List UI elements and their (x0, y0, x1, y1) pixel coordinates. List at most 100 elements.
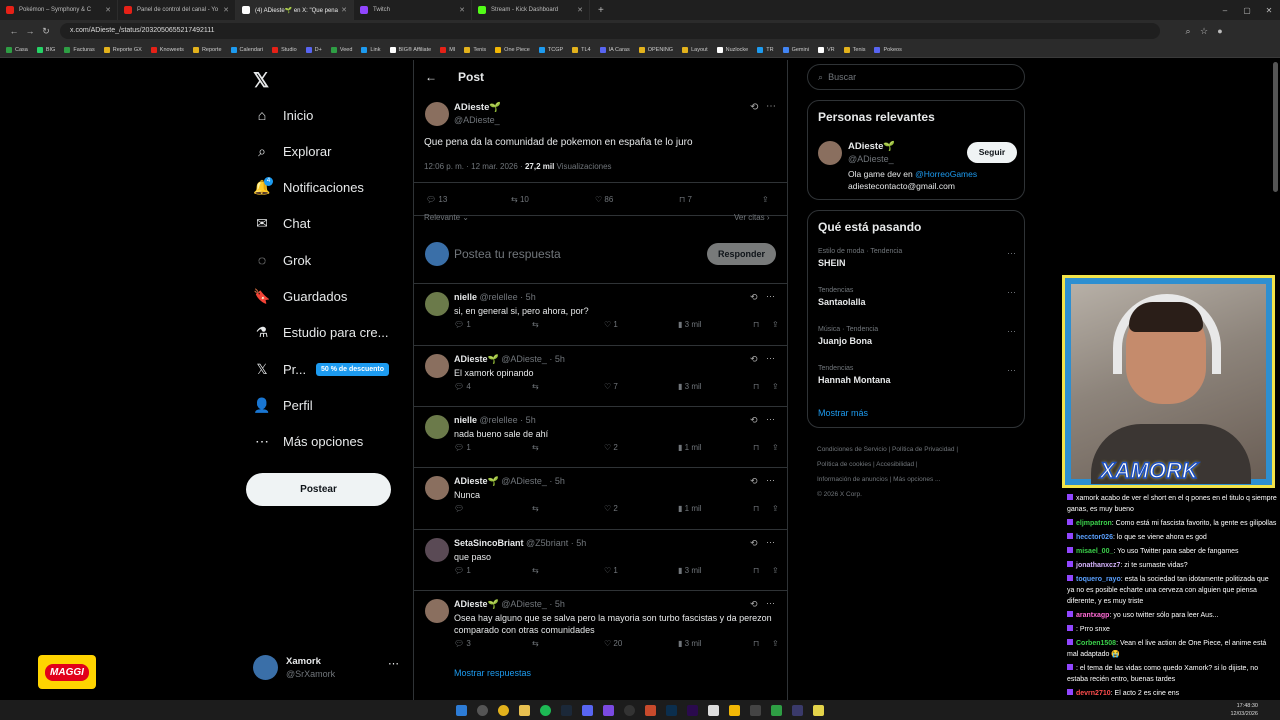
bookmark-item[interactable]: IA Caras (599, 46, 630, 53)
app-icon[interactable] (792, 704, 803, 716)
more-icon[interactable]: ⋯ (1007, 287, 1016, 298)
author-name[interactable]: ADieste🌱 (454, 102, 501, 113)
bookmark-item[interactable]: BIG® Affiliate (389, 46, 431, 53)
reply-action[interactable]: 💬︎ 13 (426, 195, 447, 204)
browser-tab[interactable]: Stream - Kick Dashboard ✕ (472, 0, 590, 20)
close-tab-icon[interactable]: ✕ (341, 6, 347, 14)
bookmark-item[interactable]: TL4 (572, 46, 591, 53)
chat-username[interactable]: arantxagp (1076, 612, 1109, 619)
repost-action[interactable]: ⇆ (532, 504, 604, 513)
zoom-icon[interactable]: ⌕ (1180, 26, 1196, 37)
bookmark-action[interactable]: ⊓ 7 (679, 195, 692, 204)
sort-dropdown[interactable]: Relevante ⌄ (424, 213, 469, 222)
share-icon[interactable]: ⇪ (772, 443, 779, 452)
chat-username[interactable]: hecctor026 (1076, 534, 1113, 541)
bookmark-icon[interactable]: ⊓ (753, 382, 772, 391)
close-tab-icon[interactable]: ✕ (577, 6, 583, 14)
more-icon[interactable]: ⋯ (766, 353, 775, 364)
close-tab-icon[interactable]: ✕ (223, 6, 229, 14)
bookmark-item[interactable]: Facturas (64, 46, 95, 53)
share-icon[interactable]: ⇪ (772, 639, 779, 648)
bookmark-item[interactable]: TR (757, 46, 774, 53)
bookmark-item[interactable]: D+ (305, 46, 322, 53)
browser-tab[interactable]: Twitch ✕ (354, 0, 472, 20)
chat-username[interactable]: toquero_rayo (1076, 576, 1121, 583)
reply-input[interactable]: Postea tu respuesta (454, 247, 561, 261)
app-icon[interactable] (603, 704, 614, 716)
bookmark-item[interactable]: Pokeos (874, 46, 902, 53)
nav-item-estudio-para-cre[interactable]: ⚗ Estudio para cre... (254, 319, 389, 347)
discord-icon[interactable] (582, 704, 593, 716)
like-action[interactable]: ♡ 2 (604, 504, 678, 513)
show-more-link[interactable]: Mostrar más (818, 408, 868, 418)
avatar[interactable] (425, 599, 449, 623)
bookmark-icon[interactable]: ⊓ (753, 443, 772, 452)
more-icon[interactable]: ⋯ (766, 291, 775, 302)
back-arrow-icon[interactable]: ← (425, 70, 437, 84)
avatar[interactable] (425, 538, 449, 562)
share-icon[interactable]: ⇪ (772, 320, 779, 329)
author-handle[interactable]: @ADieste_ (454, 115, 500, 125)
minimize-icon[interactable]: – (1214, 6, 1236, 15)
nav-item-pr[interactable]: 𝕏 Pr... (254, 355, 306, 383)
photoshop-icon[interactable] (666, 704, 677, 716)
like-action[interactable]: ♡ 7 (604, 382, 678, 391)
nav-item-explorar[interactable]: ⌕ Explorar (254, 137, 331, 165)
show-replies-link[interactable]: Mostrar respuestas (454, 668, 531, 678)
reply-action[interactable]: 💬︎ 3 (454, 639, 532, 648)
share-icon[interactable]: ⇪ (772, 504, 779, 513)
views-action[interactable]: ▮ 1 mil (678, 443, 753, 452)
star-icon[interactable]: ☆ (1196, 26, 1212, 37)
premium-discount-badge[interactable]: 50 % de descuento (316, 363, 390, 376)
reply-author[interactable]: ADieste🌱 @ADieste_ · 5h (454, 476, 565, 487)
more-icon[interactable]: ⋯ (766, 598, 775, 609)
more-icon[interactable]: ⋯ (1007, 248, 1016, 259)
premiere-icon[interactable] (687, 704, 698, 716)
avatar[interactable] (425, 354, 449, 378)
bookmark-item[interactable]: Reporte GX (103, 46, 142, 53)
app-icon[interactable] (645, 704, 656, 716)
chrome-icon[interactable] (498, 704, 509, 716)
bookmark-item[interactable]: Tenis (843, 46, 865, 53)
nav-item-más-opciones[interactable]: ⋯ Más opciones (254, 428, 363, 456)
app-icon[interactable] (771, 704, 782, 716)
grok-icon[interactable]: ⟲ (750, 476, 758, 487)
chat-username[interactable]: jonathanxcz7 (1076, 562, 1120, 569)
avatar[interactable] (425, 476, 449, 500)
reload-icon[interactable]: ↻ (38, 26, 54, 37)
post-button[interactable]: Postear (246, 473, 391, 506)
grok-icon[interactable]: ⟲ (750, 415, 758, 426)
reply-author[interactable]: nielle @relellee · 5h (454, 415, 536, 425)
page-scrollbar[interactable] (1273, 62, 1278, 192)
trend-item[interactable]: Música · Tendencia Juanjo Bona ⋯ (818, 326, 1016, 346)
search-box[interactable]: ⌕ Buscar (807, 64, 1025, 90)
trend-item[interactable]: Tendencias Santaolalla ⋯ (818, 287, 1016, 307)
profile-icon[interactable]: ● (1212, 26, 1228, 36)
bookmark-item[interactable]: Studio (272, 46, 297, 53)
clock[interactable]: 17:48:30 12/03/2026 (1230, 702, 1258, 718)
bookmark-item[interactable]: OPENING (638, 46, 673, 53)
reply-item[interactable]: SetaSincoBriant @Z5briant · 5h ⟲ ⋯ que p… (414, 530, 787, 591)
share-icon[interactable]: ⇪ (762, 195, 769, 204)
like-action[interactable]: ♡ 2 (604, 443, 678, 452)
more-icon[interactable]: ⋯ (766, 537, 775, 548)
bookmark-item[interactable]: Reporte (192, 46, 222, 53)
new-tab-button[interactable]: + (598, 5, 604, 16)
more-icon[interactable]: ⋯ (388, 657, 399, 670)
close-tab-icon[interactable]: ✕ (105, 6, 111, 14)
chat-username[interactable]: Corben1508 (1076, 640, 1116, 647)
more-icon[interactable]: ⋯ (1007, 326, 1016, 337)
reply-item[interactable]: ADieste🌱 @ADieste_ · 5h ⟲ ⋯ Nunca 💬︎ ⇆ ♡… (414, 468, 787, 530)
reply-action[interactable]: 💬︎ (454, 504, 532, 513)
bookmark-item[interactable]: Layout (682, 46, 708, 53)
grok-icon[interactable]: ⟲ (750, 538, 758, 549)
chat-username[interactable]: eljmpatron (1076, 520, 1112, 527)
chat-username[interactable]: devrn2710 (1076, 690, 1111, 697)
reply-action[interactable]: 💬︎ 4 (454, 382, 532, 391)
browser-tab[interactable]: (4) ADieste🌱 en X: "Que pena ✕ (236, 0, 354, 20)
like-action[interactable]: ♡ 1 (604, 320, 678, 329)
like-action[interactable]: ♡ 20 (604, 639, 678, 648)
bookmark-item[interactable]: Casa (6, 46, 28, 53)
reply-author[interactable]: ADieste🌱 @ADieste_ · 5h (454, 354, 565, 365)
views-action[interactable]: ▮ 3 mil (678, 320, 753, 329)
